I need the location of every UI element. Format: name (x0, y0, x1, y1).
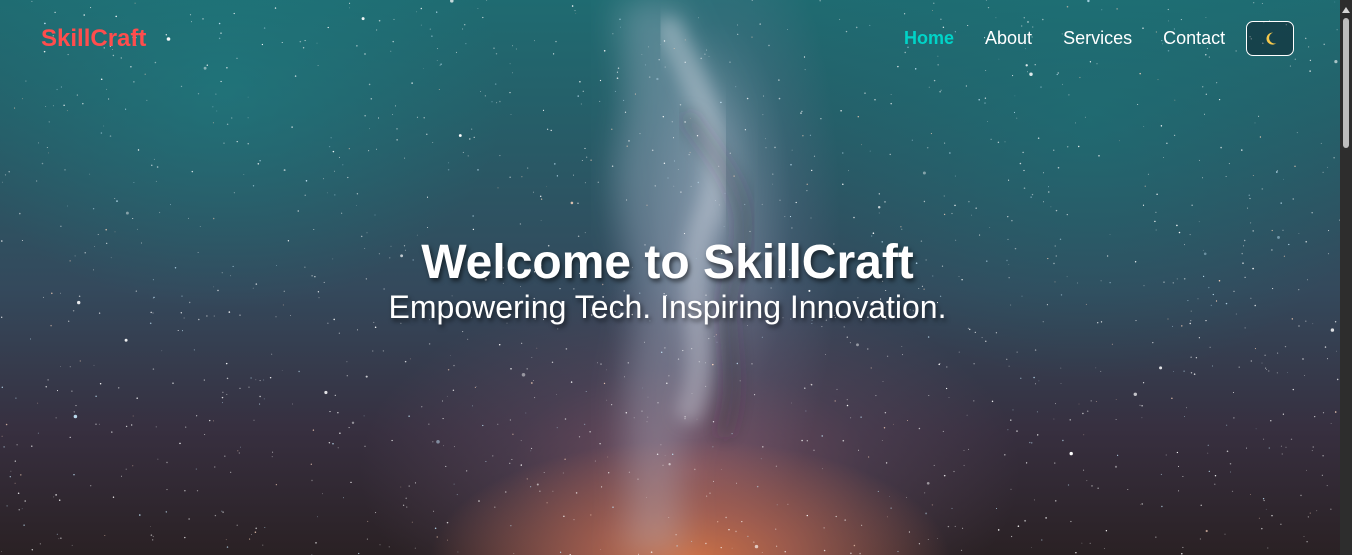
nav-link-services[interactable]: Services (1063, 27, 1132, 49)
hero-section: Welcome to SkillCraft Empowering Tech. I… (0, 235, 1335, 325)
scrollbar-thumb[interactable] (1343, 18, 1349, 148)
landing-page: SkillCraft Home About Services Contact W… (0, 0, 1352, 555)
nav-link-about[interactable]: About (985, 27, 1032, 49)
scroll-up-arrow-icon[interactable] (1342, 7, 1350, 13)
page-scrollbar[interactable] (1340, 0, 1352, 555)
nav-link-home[interactable]: Home (904, 27, 954, 49)
nav-links: Home About Services Contact (904, 27, 1256, 49)
hero-title: Welcome to SkillCraft (421, 236, 914, 289)
brand-logo[interactable]: SkillCraft (41, 25, 146, 53)
top-navigation: SkillCraft Home About Services Contact (0, 0, 1340, 78)
hero-subtitle: Empowering Tech. Inspiring Innovation. (388, 289, 947, 325)
theme-toggle-button[interactable] (1246, 21, 1294, 56)
moon-icon (1266, 32, 1277, 45)
nav-link-contact[interactable]: Contact (1163, 27, 1225, 49)
